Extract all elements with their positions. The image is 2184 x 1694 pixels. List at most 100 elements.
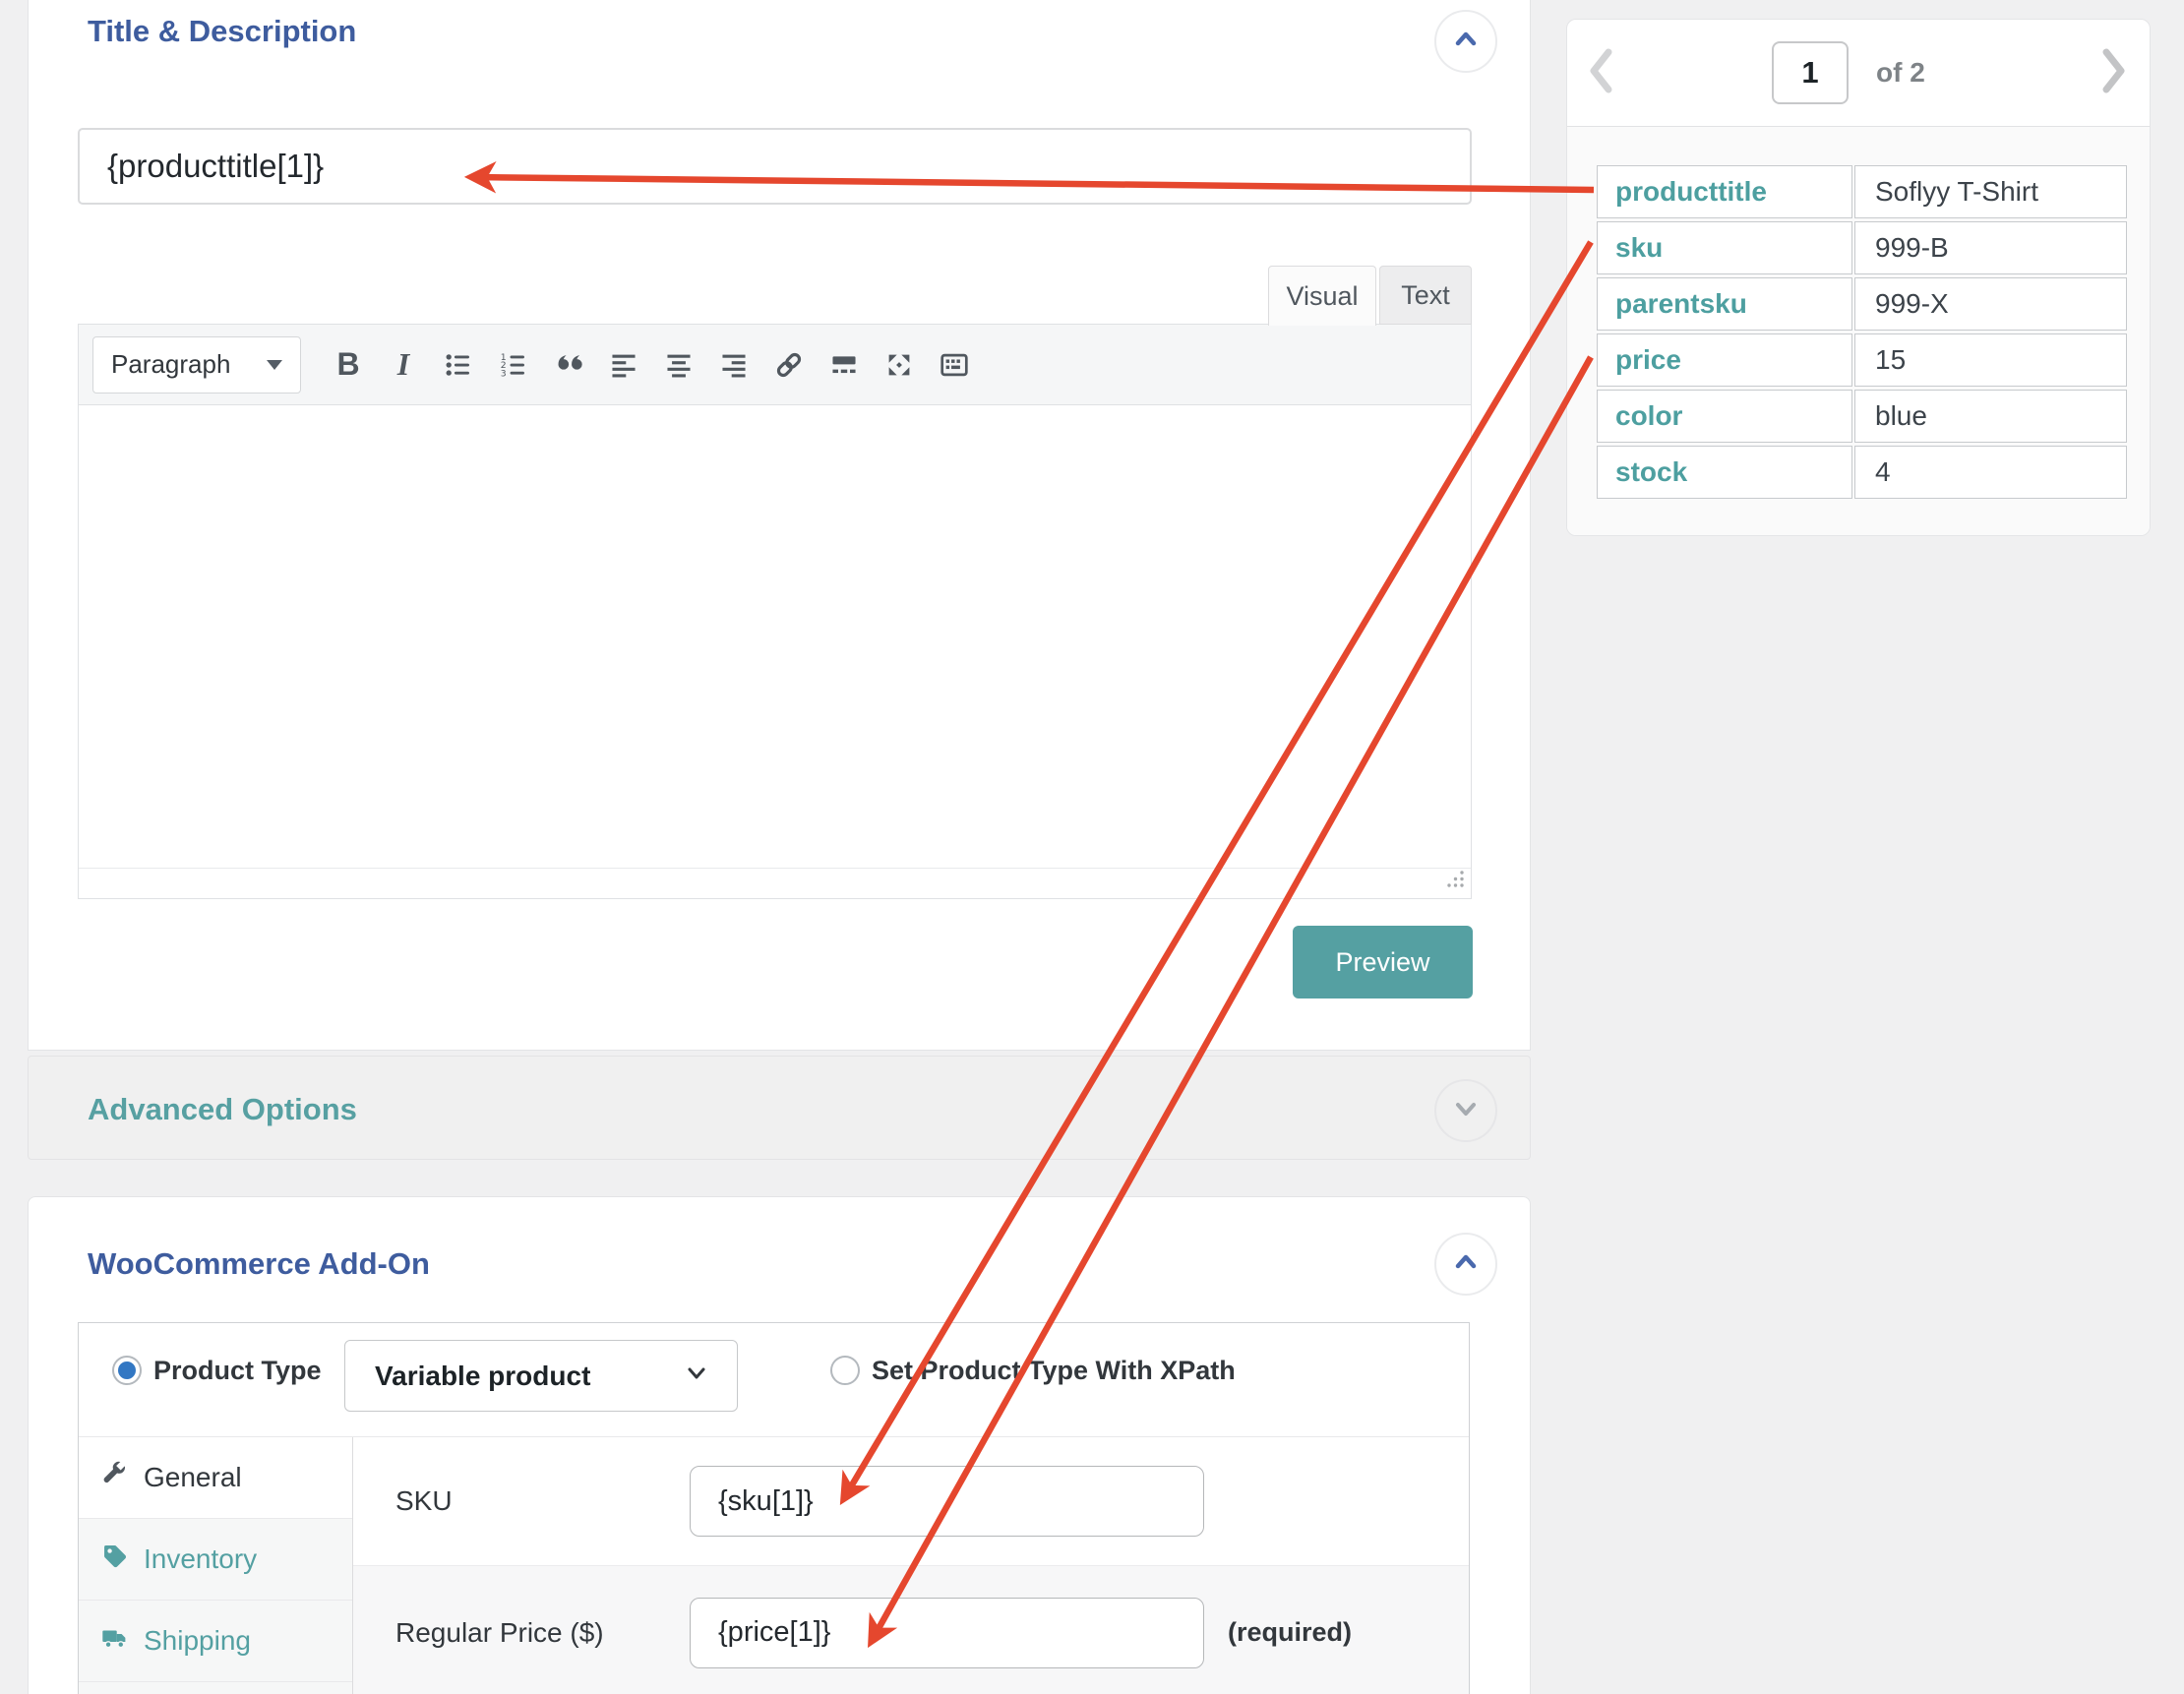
tag-icon bbox=[100, 1542, 130, 1578]
table-row: producttitle Soflyy T-Shirt bbox=[1597, 165, 2127, 218]
description-editor-content[interactable] bbox=[79, 405, 1471, 868]
toolbar-toggle-button[interactable] bbox=[927, 336, 982, 393]
field-key[interactable]: color bbox=[1597, 390, 1852, 443]
record-fields-table: producttitle Soflyy T-Shirt sku 999-B pa… bbox=[1595, 162, 2129, 502]
tab-text[interactable]: Text bbox=[1379, 266, 1472, 325]
sku-field-row: SKU bbox=[353, 1437, 1469, 1566]
italic-icon: I bbox=[397, 346, 409, 383]
align-right-icon bbox=[719, 350, 749, 380]
align-center-button[interactable] bbox=[651, 336, 706, 393]
numbered-list-icon: 1 2 3 bbox=[499, 350, 528, 380]
xpath-product-type-label: Set Product Type With XPath bbox=[872, 1356, 1236, 1385]
table-row: parentsku 999-X bbox=[1597, 277, 2127, 331]
field-value: Soflyy T-Shirt bbox=[1854, 165, 2127, 218]
chevron-down-icon bbox=[1449, 1092, 1483, 1130]
editor-toolbar: Paragraph B I bbox=[79, 325, 1471, 405]
editor-mode-tabs: Visual Text bbox=[1268, 266, 1472, 326]
product-type-dropdown[interactable]: Variable product bbox=[344, 1340, 738, 1412]
record-fields-table-wrap: producttitle Soflyy T-Shirt sku 999-B pa… bbox=[1567, 127, 2150, 535]
field-key[interactable]: sku bbox=[1597, 221, 1852, 274]
collapse-section-button[interactable] bbox=[1434, 10, 1497, 73]
chevron-right-icon bbox=[2097, 44, 2131, 102]
product-settings-panel: Product Type Variable product Set Produc… bbox=[78, 1322, 1470, 1694]
paragraph-style-label: Paragraph bbox=[111, 349, 230, 380]
collapse-section-button[interactable] bbox=[1434, 1233, 1497, 1296]
field-value: blue bbox=[1854, 390, 2127, 443]
product-type-row: Product Type Variable product Set Produc… bbox=[79, 1323, 1469, 1436]
field-value: 999-B bbox=[1854, 221, 2127, 274]
sku-input[interactable] bbox=[690, 1466, 1204, 1537]
align-left-button[interactable] bbox=[596, 336, 651, 393]
title-description-heading: Title & Description bbox=[88, 14, 356, 49]
bulleted-list-button[interactable] bbox=[431, 336, 486, 393]
product-type-radio[interactable] bbox=[112, 1356, 142, 1385]
bold-icon: B bbox=[336, 346, 359, 383]
align-center-icon bbox=[664, 350, 694, 380]
next-record-button[interactable] bbox=[2094, 46, 2134, 99]
regular-price-label: Regular Price ($) bbox=[395, 1617, 690, 1649]
product-type-dropdown-value: Variable product bbox=[375, 1361, 590, 1392]
table-row: sku 999-B bbox=[1597, 221, 2127, 274]
table-row: stock 4 bbox=[1597, 446, 2127, 499]
regular-price-input[interactable] bbox=[690, 1598, 1204, 1668]
tab-column-filler bbox=[79, 1682, 352, 1694]
tab-shipping[interactable]: Shipping bbox=[79, 1601, 352, 1682]
italic-button[interactable]: I bbox=[376, 336, 431, 393]
insert-more-tag-button[interactable] bbox=[817, 336, 872, 393]
insert-more-tag-icon bbox=[829, 350, 859, 380]
tab-inventory[interactable]: Inventory bbox=[79, 1519, 352, 1601]
paragraph-style-dropdown[interactable]: Paragraph bbox=[92, 336, 301, 393]
record-count-label: of 2 bbox=[1876, 57, 1925, 89]
field-value: 15 bbox=[1854, 333, 2127, 387]
import-template-page: Title & Description Visual Text Paragrap… bbox=[0, 0, 2184, 1694]
woocommerce-addon-section: WooCommerce Add-On Product Type Variable… bbox=[28, 1196, 1531, 1694]
xpath-product-type-radio[interactable] bbox=[830, 1356, 860, 1385]
tab-general[interactable]: General bbox=[79, 1437, 352, 1519]
wrench-icon bbox=[100, 1460, 130, 1496]
resize-grip-handle[interactable] bbox=[1444, 869, 1466, 895]
product-data-tabs-form: General Inventory bbox=[79, 1436, 1469, 1694]
svg-text:3: 3 bbox=[501, 368, 507, 379]
fullscreen-icon bbox=[884, 350, 914, 380]
previous-record-button[interactable] bbox=[1581, 46, 1620, 99]
product-title-input[interactable] bbox=[78, 128, 1472, 205]
tab-shipping-label: Shipping bbox=[144, 1625, 251, 1657]
fullscreen-button[interactable] bbox=[872, 336, 927, 393]
editor-statusbar bbox=[79, 868, 1471, 898]
field-key[interactable]: stock bbox=[1597, 446, 1852, 499]
advanced-options-heading: Advanced Options bbox=[88, 1092, 357, 1127]
tab-inventory-label: Inventory bbox=[144, 1543, 257, 1575]
field-value: 4 bbox=[1854, 446, 2127, 499]
table-row: price 15 bbox=[1597, 333, 2127, 387]
record-number-input[interactable]: 1 bbox=[1772, 41, 1849, 104]
preview-button[interactable]: Preview bbox=[1293, 926, 1473, 998]
blockquote-icon bbox=[553, 349, 584, 381]
woocommerce-addon-heading: WooCommerce Add-On bbox=[88, 1246, 430, 1282]
insert-link-button[interactable] bbox=[761, 336, 817, 393]
tab-visual[interactable]: Visual bbox=[1268, 266, 1376, 326]
table-row: color blue bbox=[1597, 390, 2127, 443]
field-key[interactable]: parentsku bbox=[1597, 277, 1852, 331]
chevron-down-icon bbox=[682, 1358, 711, 1394]
toolbar-toggle-icon bbox=[939, 349, 970, 381]
dropdown-caret-icon bbox=[267, 360, 282, 370]
title-description-section: Title & Description Visual Text Paragrap… bbox=[28, 0, 1531, 1051]
bold-button[interactable]: B bbox=[321, 336, 376, 393]
regular-price-field-row: Regular Price ($) (required) bbox=[353, 1566, 1469, 1694]
tab-general-label: General bbox=[144, 1462, 242, 1493]
chevron-up-icon bbox=[1449, 1245, 1483, 1284]
description-editor: Paragraph B I bbox=[78, 324, 1472, 899]
field-key[interactable]: producttitle bbox=[1597, 165, 1852, 218]
blockquote-button[interactable] bbox=[541, 336, 596, 393]
product-type-label: Product Type bbox=[153, 1356, 322, 1385]
required-note: (required) bbox=[1228, 1617, 1352, 1648]
general-tab-form: SKU Regular Price ($) (required) bbox=[353, 1437, 1469, 1694]
field-key[interactable]: price bbox=[1597, 333, 1852, 387]
advanced-options-section[interactable]: Advanced Options bbox=[28, 1056, 1531, 1160]
expand-section-button[interactable] bbox=[1434, 1079, 1497, 1142]
chevron-up-icon bbox=[1449, 23, 1483, 61]
link-icon bbox=[773, 349, 805, 381]
numbered-list-button[interactable]: 1 2 3 bbox=[486, 336, 541, 393]
align-right-button[interactable] bbox=[706, 336, 761, 393]
record-pagination: 1 of 2 bbox=[1567, 20, 2150, 127]
